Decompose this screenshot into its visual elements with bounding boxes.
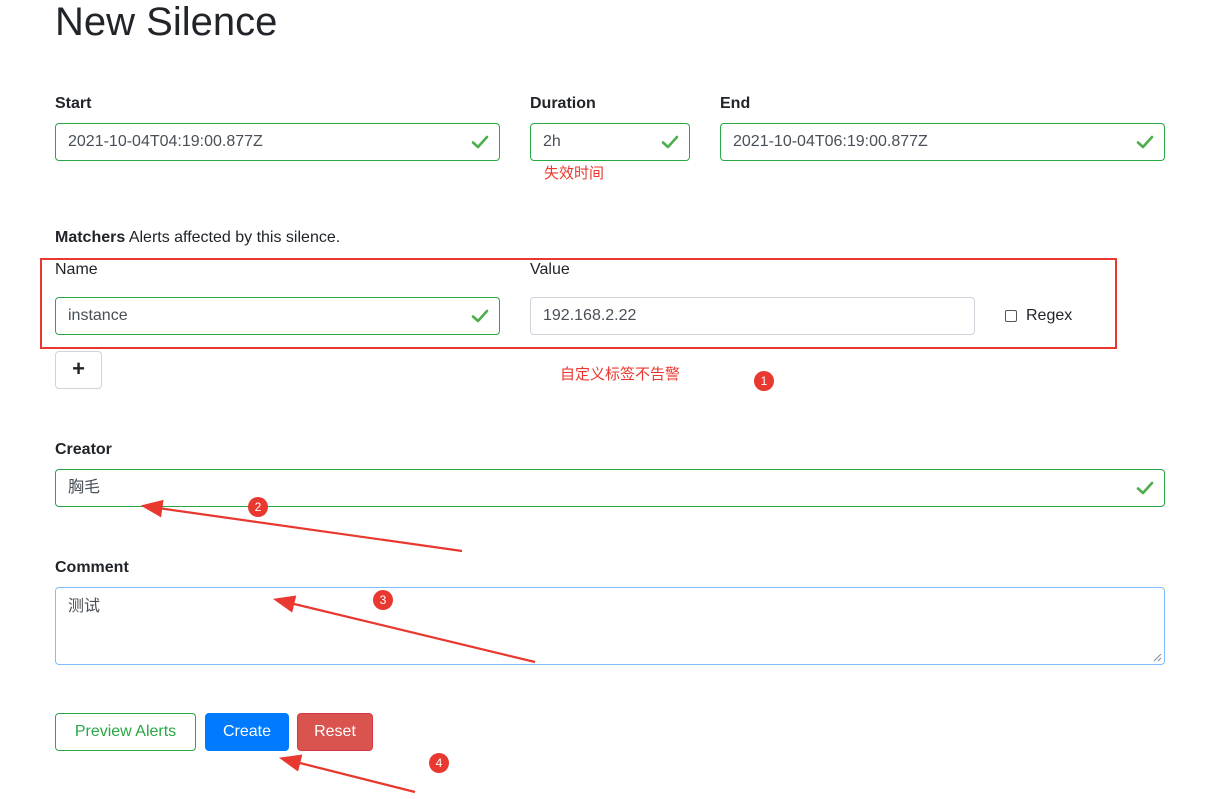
arrow-comment bbox=[272, 595, 536, 664]
arrow-create bbox=[278, 754, 416, 794]
annotation-arrows bbox=[140, 499, 536, 794]
arrow-creator bbox=[140, 499, 463, 553]
